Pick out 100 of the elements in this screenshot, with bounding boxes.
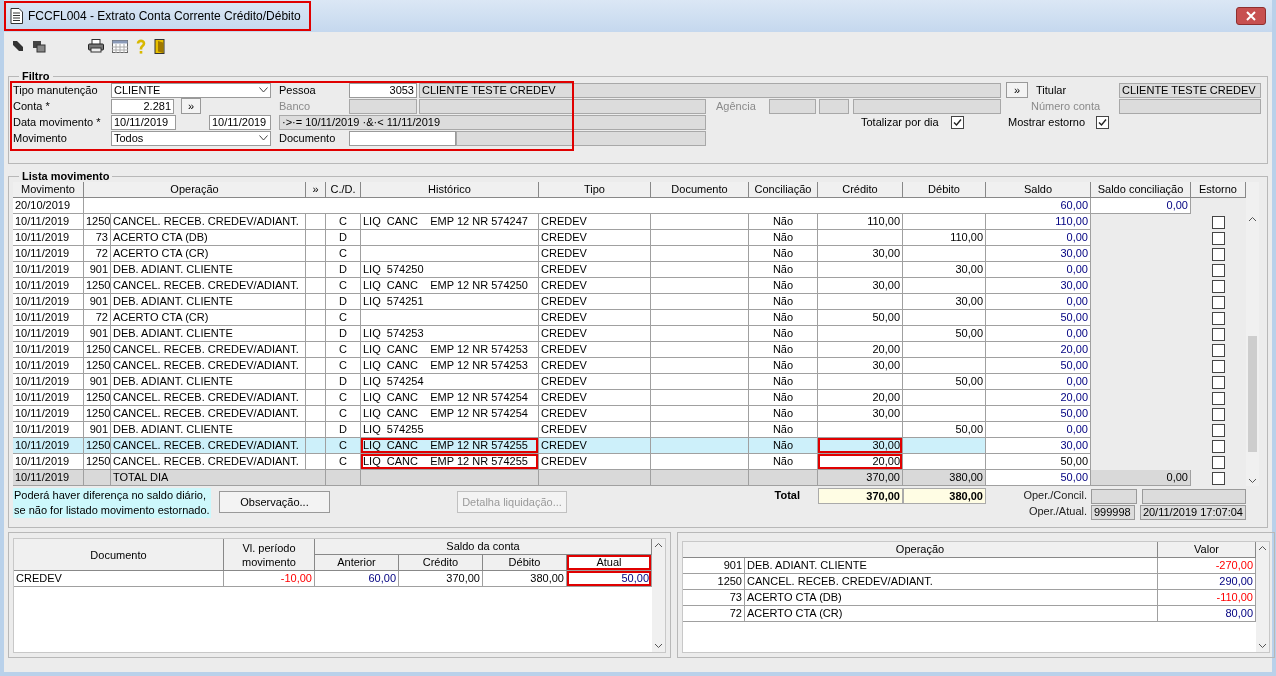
dropdown-caret-icon [259,135,268,141]
checkbox[interactable] [1212,279,1225,293]
table-cell: Não [749,294,818,310]
checkbox[interactable] [1096,115,1109,129]
checkbox[interactable] [1212,455,1225,469]
readonly-field: 999998 [1091,505,1135,520]
column-header[interactable]: Estorno [1191,182,1246,198]
printer-icon[interactable] [88,39,104,53]
windows-icon[interactable] [32,39,46,53]
checkbox[interactable] [1212,471,1225,485]
table-cell: 380,00 [903,470,986,486]
field-label: Tipo manutenção [13,84,99,96]
column-header[interactable]: C./D. [326,182,361,198]
table-cell[interactable]: 10/11/2019 [13,438,84,454]
table-cell: D [326,422,361,438]
column-header[interactable]: Movimento [13,182,84,198]
dropdown[interactable]: Todos [111,130,271,146]
scrollbar[interactable] [1246,182,1259,486]
table-cell: DEB. ADIANT. CLIENTE [111,422,306,438]
readonly-field: CLIENTE TESTE CREDEV [1119,82,1261,98]
table-cell[interactable]: 10/11/2019 [13,278,84,294]
table-cell: CREDEV [539,342,651,358]
column-header[interactable]: Saldo conciliação [1091,182,1191,198]
table-cell[interactable]: 10/11/2019 [13,342,84,358]
table-cell: CREDEV [539,358,651,374]
column-header[interactable]: Saldo [986,182,1091,198]
table-cell[interactable]: 10/11/2019 [13,294,84,310]
checkbox[interactable] [1212,439,1225,453]
checkbox[interactable] [1212,359,1225,373]
chevron-up-icon[interactable] [1246,214,1259,224]
date-field[interactable]: 10/11/2019 [111,114,176,130]
table-cell[interactable]: 10/11/2019 [13,454,84,470]
dropdown-caret-icon [259,87,268,93]
column-header[interactable]: Operação [84,182,306,198]
table-cell[interactable]: 10/11/2019 [13,390,84,406]
table-cell: Não [749,310,818,326]
close-button[interactable] [1236,7,1266,25]
column-header[interactable]: Crédito [818,182,903,198]
checkbox[interactable] [1212,391,1225,405]
table-cell: -10,00 [224,571,315,587]
section-title: Filtro [21,70,51,82]
table-cell: 370,00 [399,571,483,587]
date-field[interactable]: 10/11/2019 [209,114,271,130]
table-cell: CREDEV [539,326,651,342]
table-cell[interactable]: 10/11/2019 [13,374,84,390]
table-cell: Não [749,278,818,294]
table-cell: 30,00 [986,278,1091,294]
field-label: Número conta [1031,100,1102,112]
scrollbar[interactable] [652,539,665,652]
table-cell[interactable]: 10/11/2019 [13,310,84,326]
column-header[interactable]: Histórico [361,182,539,198]
checkbox[interactable] [1212,263,1225,277]
column-header[interactable]: » [306,182,326,198]
checkbox[interactable] [1212,231,1225,245]
chevron-down-icon[interactable] [1246,476,1259,486]
checkbox[interactable] [1212,295,1225,309]
table-cell[interactable]: 10/11/2019 [13,406,84,422]
table-cell[interactable]: 10/11/2019 [13,246,84,262]
table-cell[interactable]: 10/11/2019 [13,422,84,438]
table-cell: Não [749,358,818,374]
lookup-button[interactable]: » [1006,82,1028,98]
table-cell: CREDEV [539,278,651,294]
table-cell[interactable]: 10/11/2019 [13,262,84,278]
column-header[interactable]: Débito [903,182,986,198]
checkbox[interactable] [951,115,964,129]
table-cell[interactable]: 10/11/2019 [13,214,84,230]
observation-button[interactable]: Observação... [219,491,330,513]
table-cell[interactable]: 10/11/2019 [13,230,84,246]
checkbox[interactable] [1212,311,1225,325]
table-cell: C [326,406,361,422]
checkbox[interactable] [1212,327,1225,341]
checkbox[interactable] [1212,407,1225,421]
door-exit-icon[interactable] [154,38,167,54]
checkbox[interactable] [1212,247,1225,261]
scrollbar[interactable] [1256,542,1269,652]
column-header: Saldo da conta [315,539,652,555]
calendar-icon[interactable] [112,39,128,53]
table-cell: 73 [683,590,745,606]
input-field[interactable]: 2.281 [111,98,174,114]
checkbox[interactable] [1212,375,1225,389]
table-cell: 1250 [84,214,111,230]
checkbox[interactable] [1212,215,1225,229]
field-label: Oper./Concil. [1022,488,1088,503]
checkbox[interactable] [1212,423,1225,437]
column-header[interactable]: Conciliação [749,182,818,198]
table-cell: 0,00 [1091,470,1191,486]
readonly-field [349,98,417,114]
input-field[interactable] [349,130,456,146]
lookup-button[interactable]: » [181,98,201,114]
column-header: Valor [1158,542,1256,558]
table-cell: LIQ 574253 [361,326,539,342]
table-cell[interactable]: 10/11/2019 [13,358,84,374]
table-cell: LIQ CANC EMP 12 NR 574253 [361,358,539,374]
checkbox[interactable] [1212,343,1225,357]
column-header[interactable]: Tipo [539,182,651,198]
table-cell [84,470,111,486]
table-cell[interactable]: 10/11/2019 [13,326,84,342]
table-cell: 73 [84,230,111,246]
field-label: Titular [1036,84,1068,96]
column-header[interactable]: Documento [651,182,749,198]
